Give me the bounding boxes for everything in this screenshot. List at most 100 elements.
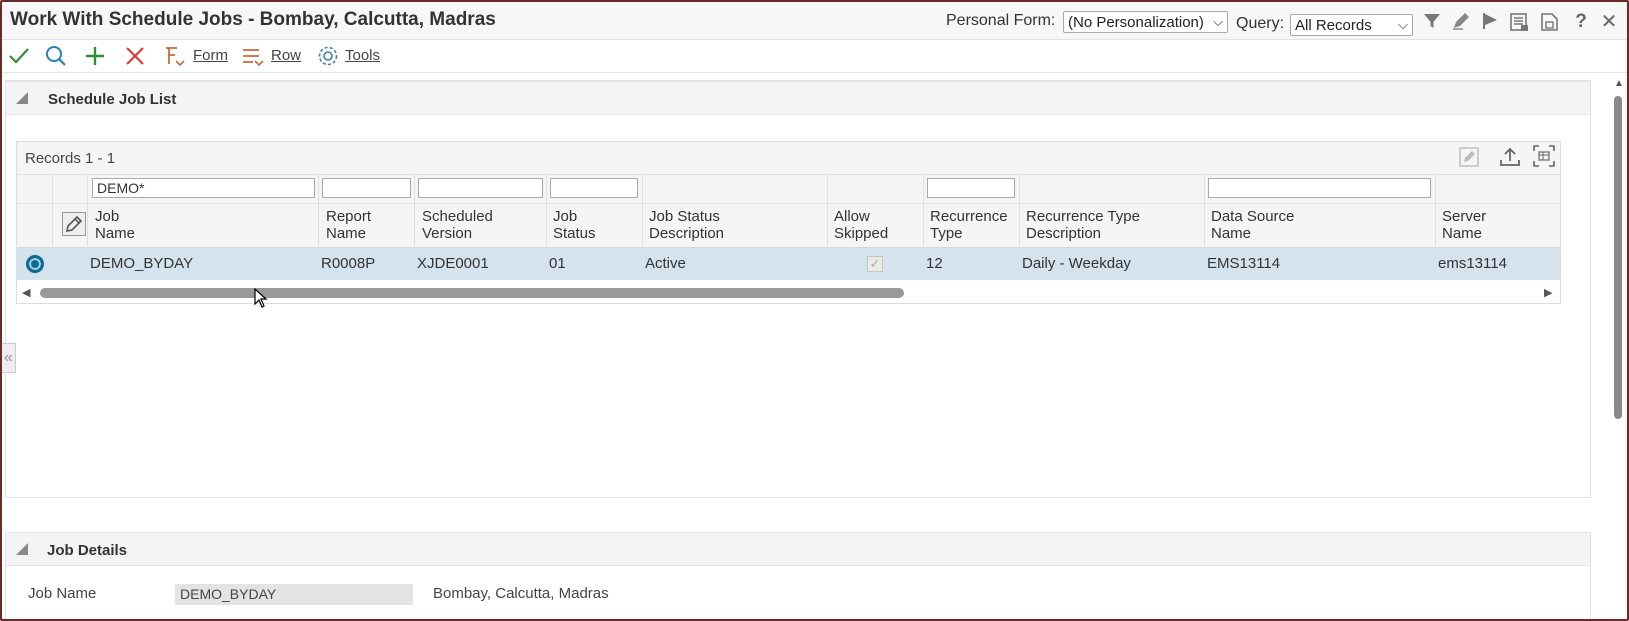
gear-icon[interactable] xyxy=(315,44,341,74)
checkmark-icon[interactable] xyxy=(6,44,32,74)
col-header-line: Recurrence xyxy=(930,208,1008,225)
cell-recurrence-type: 12 xyxy=(926,255,943,272)
scroll-up-arrow[interactable]: ▲ xyxy=(1614,78,1624,89)
list-report-icon[interactable] xyxy=(1508,11,1530,33)
personal-form-select[interactable]: (No Personalization) ⌵ xyxy=(1063,11,1228,33)
filter-report-name[interactable] xyxy=(322,178,411,198)
grid-horizontal-scrollbar[interactable] xyxy=(40,288,904,298)
cell-data-source-name: EMS13114 xyxy=(1207,255,1281,272)
row-select-radio[interactable] xyxy=(26,255,44,273)
row-menu-icon[interactable] xyxy=(240,44,266,76)
scroll-right-arrow[interactable]: ▶ xyxy=(1544,286,1552,299)
col-header-job-status-desc[interactable]: Job Status Description xyxy=(649,208,724,242)
close-icon[interactable]: ✕ xyxy=(1598,11,1620,33)
filter-recurrence-type[interactable] xyxy=(927,178,1015,198)
cell-recurrence-type-desc: Daily - Weekday xyxy=(1022,255,1131,272)
filter-scheduled-version[interactable] xyxy=(418,178,543,198)
mouse-cursor-icon xyxy=(254,287,268,308)
flag-icon[interactable] xyxy=(1479,11,1501,33)
col-header-data-source-name[interactable]: Data Source Name xyxy=(1211,208,1294,242)
col-header-line: Scheduled xyxy=(422,208,493,225)
col-header-line: Report xyxy=(326,208,372,225)
job-details-header[interactable] xyxy=(5,532,1591,566)
query-label: Query: xyxy=(1236,15,1285,32)
tools-menu-button[interactable]: Tools xyxy=(345,47,380,64)
job-name-label: Job Name xyxy=(28,585,97,602)
job-details-title: Job Details xyxy=(47,542,128,559)
row-menu-label: Row xyxy=(271,47,302,64)
schedule-job-list-title: Schedule Job List xyxy=(48,91,177,108)
cell-report-name: R0008P xyxy=(321,255,376,272)
job-name-field: DEMO_BYDAY xyxy=(175,584,413,605)
col-header-report-name[interactable]: Report Name xyxy=(326,208,371,242)
col-header-line: Name xyxy=(326,225,367,242)
pencil-icon[interactable] xyxy=(1450,11,1472,33)
col-header-recurrence-type-desc[interactable]: Recurrence Type Description xyxy=(1026,208,1140,242)
col-header-line: Job xyxy=(553,208,578,225)
form-menu-button[interactable]: Form xyxy=(193,47,228,64)
table-row[interactable] xyxy=(17,248,1560,280)
page-vertical-scrollbar[interactable] xyxy=(1614,96,1622,419)
col-header-line: Name xyxy=(95,225,136,242)
col-header-line: Name xyxy=(1211,225,1252,242)
export-icon[interactable] xyxy=(1498,146,1522,168)
collapse-triangle-icon[interactable] xyxy=(16,543,28,555)
chevron-down-icon: ⌵ xyxy=(1213,14,1223,29)
col-header-line: Status xyxy=(553,225,596,242)
filter-data-source-name[interactable] xyxy=(1208,178,1431,198)
col-header-line: Version xyxy=(422,225,473,242)
col-header-line: Data Source xyxy=(1211,208,1295,225)
form-menu-icon[interactable] xyxy=(162,44,188,76)
scroll-left-arrow[interactable]: ◀ xyxy=(22,286,30,299)
col-header-job-name[interactable]: Job Name xyxy=(95,208,135,242)
col-header-allow-skipped[interactable]: Allow Skipped xyxy=(834,208,888,242)
personal-form-value: (No Personalization) xyxy=(1068,14,1204,31)
cell-job-status-desc: Active xyxy=(645,255,686,272)
col-header-line: Description xyxy=(1026,225,1102,242)
col-header-line: Job xyxy=(95,208,120,225)
row-menu-button[interactable]: Row xyxy=(271,47,301,64)
col-header-job-status[interactable]: Job Status xyxy=(553,208,596,242)
column-header-row xyxy=(17,203,1560,248)
save-form-icon[interactable] xyxy=(1538,11,1560,33)
form-menu-label: Form xyxy=(193,47,228,64)
grid-toolbar xyxy=(17,142,1560,174)
col-header-line: Allow xyxy=(834,208,870,225)
allow-skipped-checkbox: ✓ xyxy=(867,256,883,272)
plus-icon[interactable] xyxy=(82,44,108,74)
col-header-line: Server xyxy=(1442,208,1487,225)
x-icon[interactable] xyxy=(122,44,148,74)
tools-menu-label: Tools xyxy=(345,47,381,64)
col-header-server-name[interactable]: Server Name xyxy=(1442,208,1486,242)
chevron-down-icon: ⌵ xyxy=(1398,17,1408,32)
cell-scheduled-version: XJDE0001 xyxy=(417,255,489,272)
search-icon[interactable] xyxy=(43,44,69,74)
filter-job-status[interactable] xyxy=(550,178,638,198)
filter-job-name[interactable] xyxy=(92,178,315,198)
filter-icon[interactable] xyxy=(1421,11,1443,33)
query-value: All Records xyxy=(1295,17,1372,34)
records-count: Records 1 - 1 xyxy=(25,150,116,167)
col-header-line: Type xyxy=(930,225,963,242)
col-header-line: Job Status xyxy=(649,208,720,225)
help-icon[interactable]: ? xyxy=(1570,11,1592,33)
col-header-scheduled-version[interactable]: Scheduled Version xyxy=(422,208,493,242)
cell-job-name: DEMO_BYDAY xyxy=(90,255,194,272)
col-header-line: Skipped xyxy=(834,225,889,242)
page-title: Work With Schedule Jobs - Bombay, Calcut… xyxy=(10,9,496,30)
schedule-job-list-header[interactable] xyxy=(5,81,1591,115)
job-name-description: Bombay, Calcutta, Madras xyxy=(433,585,609,602)
row-edit-icon[interactable] xyxy=(62,212,86,236)
maximize-grid-icon[interactable] xyxy=(1532,144,1556,168)
personal-form-label: Personal Form: xyxy=(946,12,1056,29)
col-header-line: Name xyxy=(1442,225,1483,242)
cell-job-status: 01 xyxy=(549,255,566,272)
col-header-line: Recurrence Type xyxy=(1026,208,1140,225)
collapse-triangle-icon[interactable] xyxy=(16,92,28,104)
side-expand-icon[interactable]: « xyxy=(2,343,16,373)
grid-edit-icon[interactable] xyxy=(1458,146,1480,168)
query-select[interactable]: All Records ⌵ xyxy=(1290,14,1413,36)
cell-server-name: ems13114 xyxy=(1438,255,1507,272)
col-header-recurrence-type[interactable]: Recurrence Type xyxy=(930,208,1008,242)
col-header-line: Description xyxy=(649,225,725,242)
